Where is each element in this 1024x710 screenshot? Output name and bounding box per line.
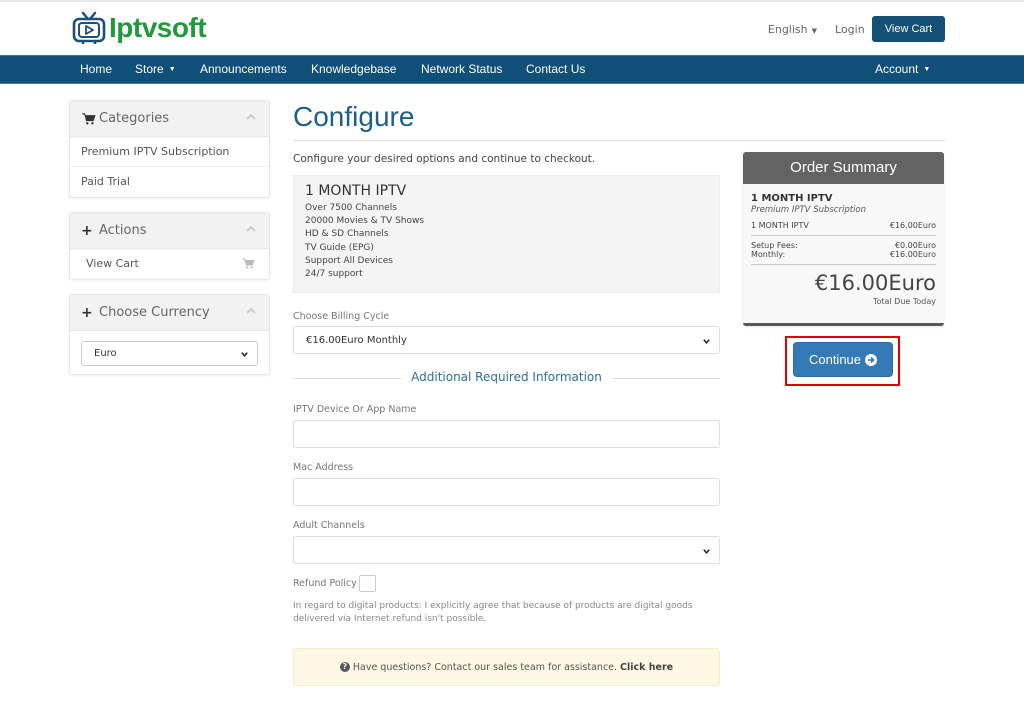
additional-info-divider: Additional Required Information	[293, 369, 720, 387]
nav-knowledgebase[interactable]: Knowledgebase	[311, 56, 396, 83]
brand-name: Iptvsoft	[109, 12, 207, 43]
chevron-up-icon[interactable]	[245, 223, 257, 235]
summary-product-name: 1 MONTH IPTV	[751, 193, 833, 204]
plus-icon: +	[81, 304, 93, 321]
title-divider	[293, 140, 945, 141]
billing-cycle-select[interactable]: €16.00Euro Monthly	[293, 326, 720, 354]
site-header: Iptvsoft English▼ Login Register View Ca…	[0, 2, 1024, 55]
setup-fees-amount: €0.00Euro	[894, 241, 936, 250]
order-summary-title: Order Summary	[743, 152, 944, 184]
monthly-label: Monthly:	[751, 250, 786, 259]
line-item-amount: €16.00Euro	[889, 221, 936, 230]
refund-policy-checkbox[interactable]	[358, 575, 376, 592]
nav-network-status[interactable]: Network Status	[421, 56, 502, 83]
help-alert: ? Have questions? Contact our sales team…	[293, 648, 720, 686]
nav-store[interactable]: Store ▼	[135, 56, 176, 83]
language-label: English	[767, 22, 808, 36]
chevron-down-icon	[703, 549, 710, 555]
page-title: Configure	[293, 101, 415, 132]
caret-down-icon: ▼	[923, 66, 931, 74]
summary-product-group: Premium IPTV Subscription	[751, 205, 867, 215]
additional-info-heading: Additional Required Information	[411, 370, 602, 384]
categories-panel-header[interactable]: Categories	[70, 101, 269, 137]
question-circle-icon: ?	[339, 662, 350, 672]
summary-line-item: 1 MONTH IPTV €16.00Euro	[751, 221, 936, 230]
refund-policy-text: In regard to digital products: I explici…	[293, 601, 693, 624]
categories-panel: Categories Premium IPTV Subscription Pai…	[69, 100, 270, 198]
device-label: IPTV Device Or App Name	[293, 404, 417, 415]
refund-policy-row: Refund Policy	[293, 575, 376, 592]
nav-account-label: Account	[875, 62, 919, 76]
product-feature: HD & SD Channels	[305, 229, 389, 240]
currency-selected: Euro	[94, 348, 117, 359]
monthly-amount: €16.00Euro	[889, 250, 936, 259]
tv-play-icon	[72, 11, 106, 44]
billing-cycle-selected: €16.00Euro Monthly	[306, 334, 407, 346]
product-feature: TV Guide (EPG)	[305, 242, 374, 253]
order-summary-body: 1 MONTH IPTV Premium IPTV Subscription 1…	[743, 184, 944, 306]
chevron-down-icon	[703, 339, 710, 345]
view-cart-button[interactable]: View Cart	[872, 16, 945, 42]
chevron-up-icon[interactable]	[245, 111, 257, 123]
nav-contact-us[interactable]: Contact Us	[526, 56, 585, 83]
category-premium-iptv[interactable]: Premium IPTV Subscription	[70, 137, 269, 167]
logo[interactable]: Iptvsoft	[71, 10, 207, 46]
billing-cycle-label: Choose Billing Cycle	[293, 311, 390, 322]
adult-channels-select[interactable]	[293, 536, 720, 564]
currency-select-wrap: Euro	[70, 331, 269, 374]
nav-account[interactable]: Account ▼	[875, 56, 930, 83]
mac-address-input[interactable]	[293, 478, 720, 506]
nav-home[interactable]: Home	[80, 56, 112, 83]
plus-icon: +	[81, 222, 93, 239]
summary-setup-fees: Setup Fees: €0.00Euro	[751, 241, 936, 250]
product-feature: Over 7500 Channels	[305, 203, 397, 213]
action-view-cart[interactable]: View Cart	[70, 249, 269, 279]
caret-down-icon: ▼	[811, 26, 818, 35]
arrow-circle-right-icon	[865, 353, 878, 366]
summary-monthly: Monthly: €16.00Euro	[751, 250, 936, 259]
nav-announcements[interactable]: Announcements	[200, 56, 287, 83]
continue-label: Continue	[808, 352, 862, 367]
mac-address-label: Mac Address	[293, 462, 354, 473]
product-name: 1 MONTH IPTV	[305, 183, 407, 199]
summary-total: €16.00Euro	[814, 271, 936, 295]
intro-text: Configure your desired options and conti…	[293, 153, 596, 165]
divider-line	[612, 378, 720, 379]
currency-panel: + Choose Currency Euro	[69, 294, 270, 375]
product-feature: Support All Devices	[305, 255, 393, 266]
help-text: Have questions? Contact our sales team f…	[352, 661, 618, 673]
product-feature: 20000 Movies & TV Shows	[305, 216, 425, 227]
refund-policy-label: Refund Policy	[293, 578, 357, 589]
line-item-label: 1 MONTH IPTV	[751, 221, 809, 230]
summary-total-label: Total Due Today	[872, 297, 936, 306]
currency-select[interactable]: Euro	[81, 341, 258, 366]
adult-channels-label: Adult Channels	[293, 520, 365, 531]
currency-panel-header[interactable]: + Choose Currency	[70, 295, 269, 331]
cart-icon	[82, 112, 96, 124]
nav-store-label: Store	[135, 62, 164, 76]
caret-down-icon: ▼	[168, 66, 176, 74]
categories-title: Categories	[99, 111, 170, 126]
cart-icon	[242, 258, 255, 269]
actions-panel: + Actions View Cart	[69, 212, 270, 280]
continue-button[interactable]: Continue	[793, 342, 893, 377]
help-click-here-link[interactable]: Click here	[620, 662, 673, 673]
product-feature: 24/7 support	[305, 269, 363, 280]
summary-divider	[751, 235, 936, 236]
chevron-down-icon	[241, 352, 248, 358]
currency-title: Choose Currency	[99, 305, 210, 320]
summary-divider	[751, 264, 936, 265]
order-summary: Order Summary 1 MONTH IPTV Premium IPTV …	[743, 152, 944, 326]
main-navbar: Home Store ▼ Announcements Knowledgebase …	[0, 55, 1024, 84]
action-view-cart-label: View Cart	[86, 257, 139, 270]
category-paid-trial[interactable]: Paid Trial	[70, 167, 269, 197]
chevron-up-icon[interactable]	[245, 305, 257, 317]
actions-title: Actions	[99, 223, 147, 238]
device-input[interactable]	[293, 420, 720, 448]
product-info-box: 1 MONTH IPTV Over 7500 Channels 20000 Mo…	[293, 175, 720, 293]
language-dropdown[interactable]: English ▼	[768, 23, 817, 36]
setup-fees-label: Setup Fees:	[751, 241, 798, 250]
login-link[interactable]: Login	[835, 23, 865, 36]
actions-panel-header[interactable]: + Actions	[70, 213, 269, 249]
